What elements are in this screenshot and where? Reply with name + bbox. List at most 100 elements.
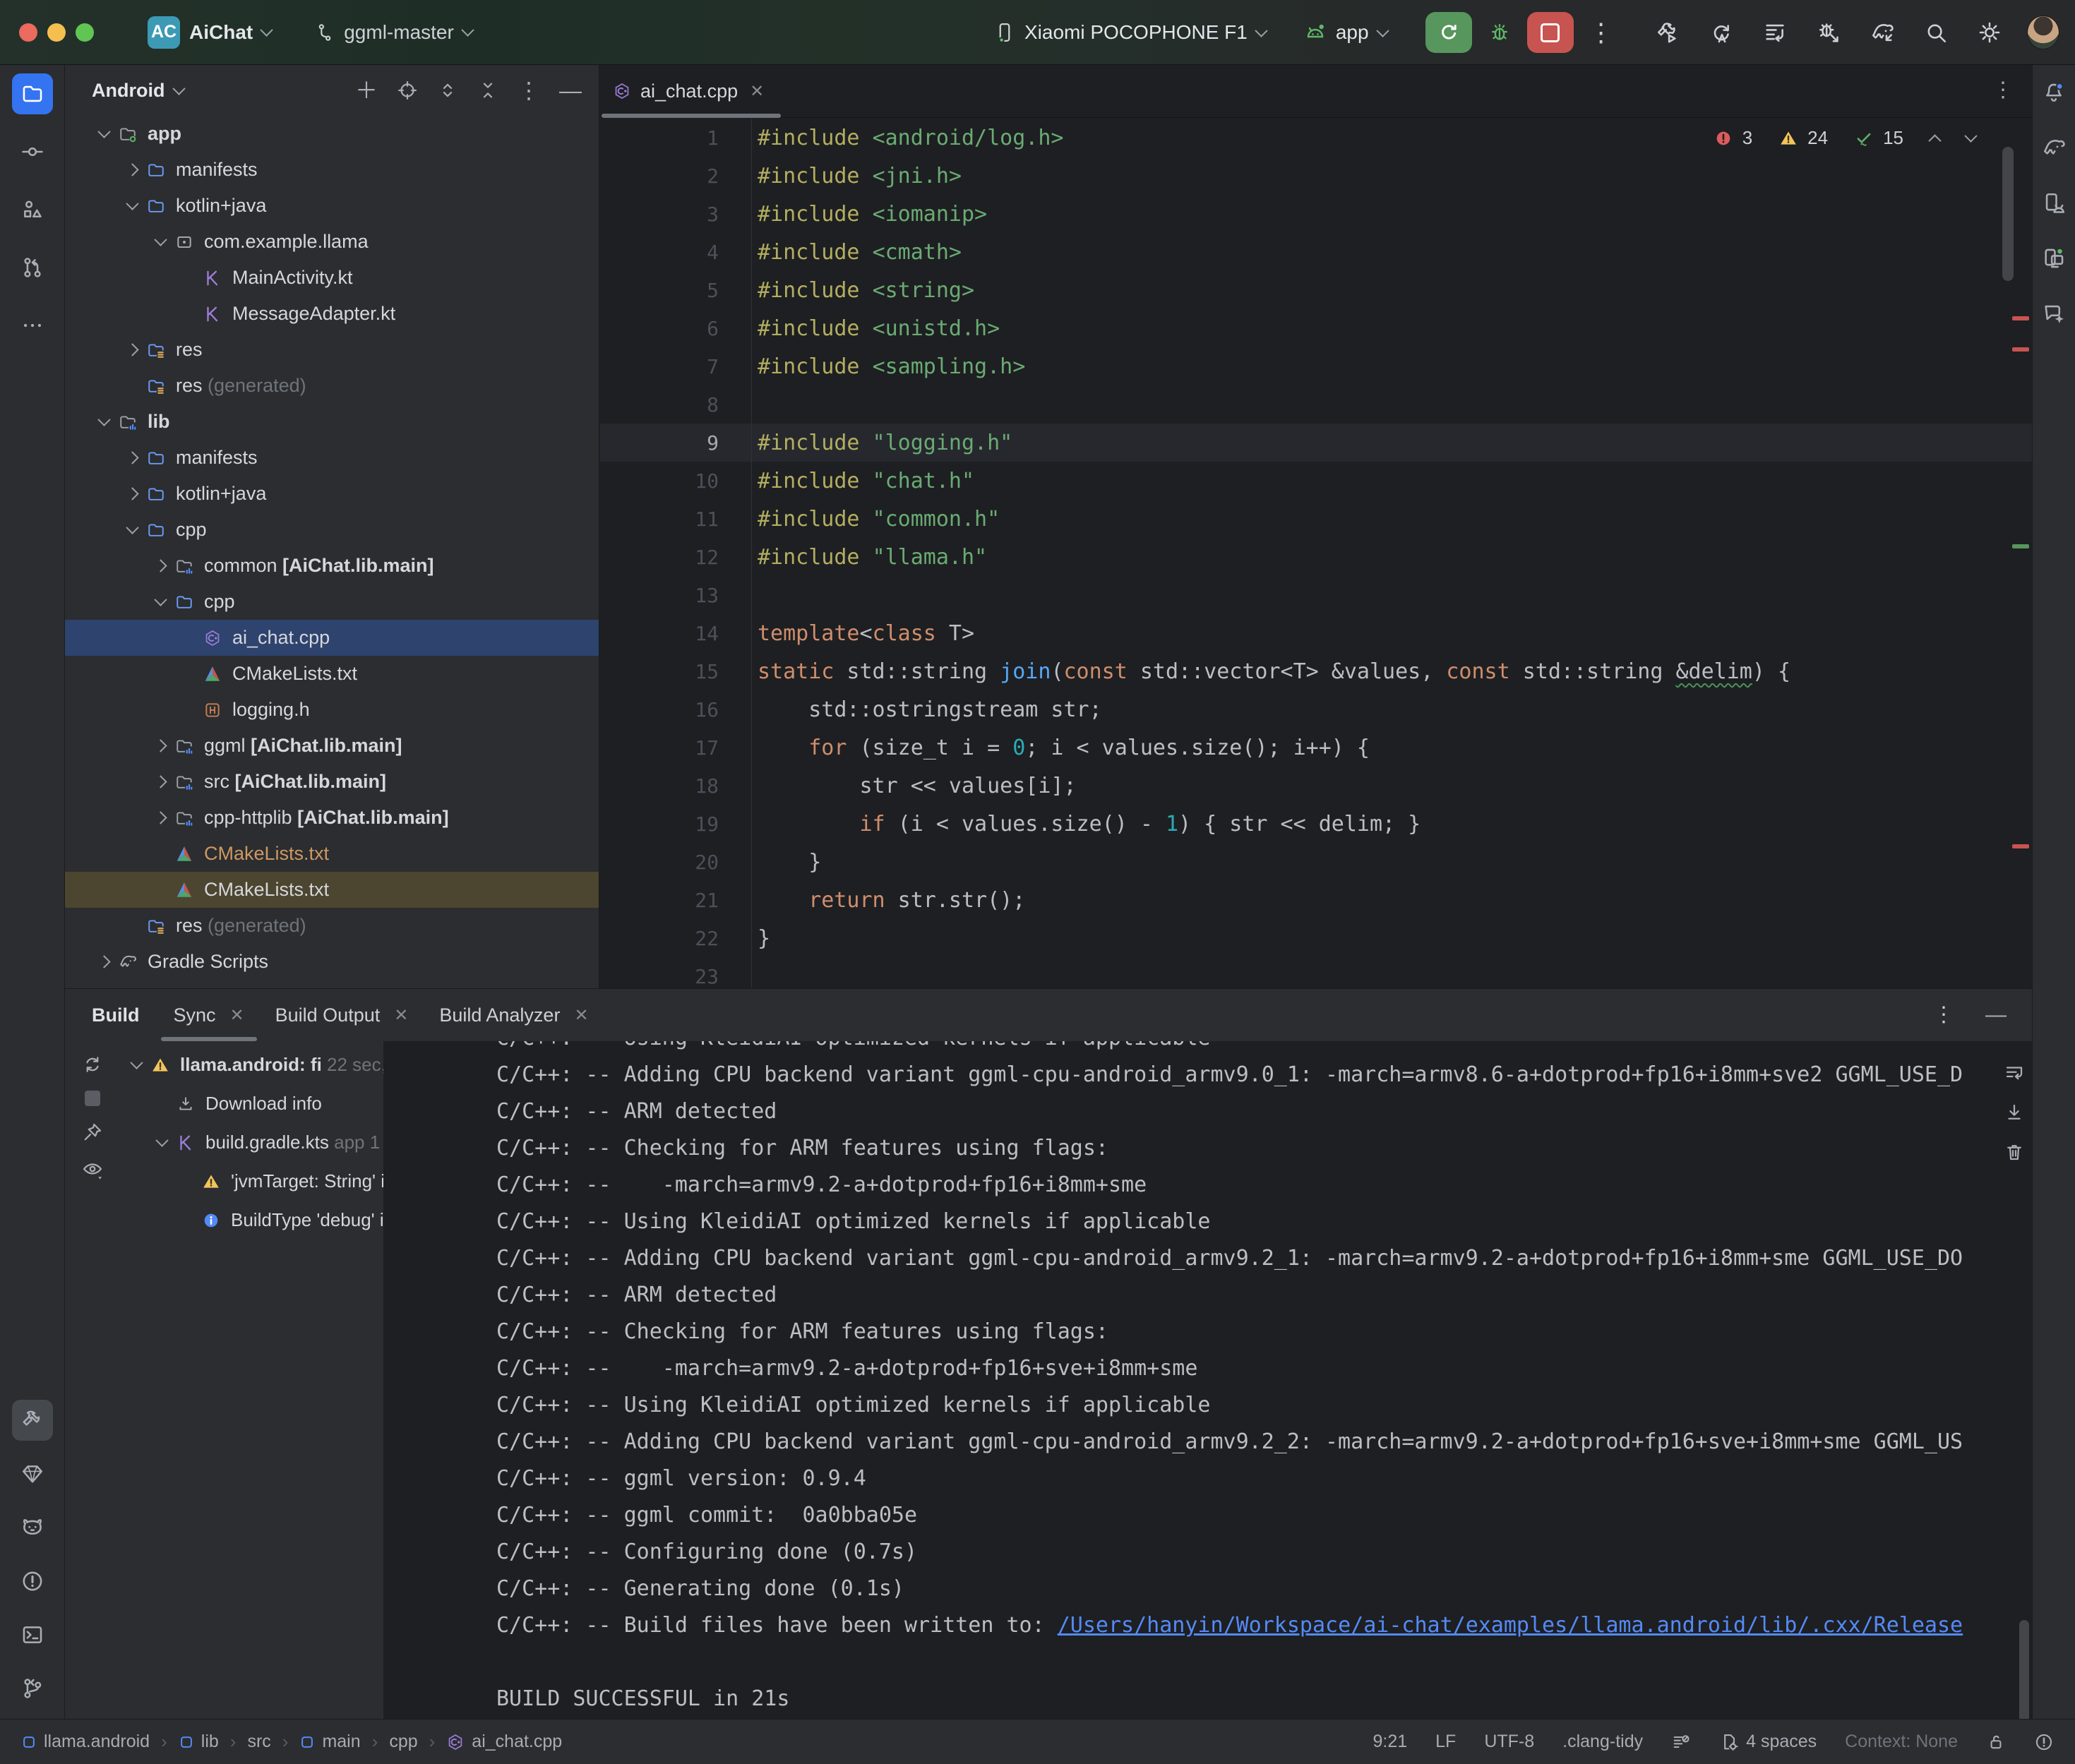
code-line[interactable]: 13 bbox=[600, 576, 2032, 614]
line-number[interactable]: 20 bbox=[600, 843, 752, 881]
project-tree-item[interactable]: ai_chat.cpp bbox=[65, 620, 599, 656]
settings-button[interactable] bbox=[1973, 16, 2006, 49]
project-widget[interactable]: AC AiChat bbox=[148, 16, 271, 49]
code-style-config[interactable]: .clang-tidy bbox=[1562, 1732, 1643, 1752]
code-line[interactable]: 3#include <iomanip> bbox=[600, 195, 2032, 233]
project-tree-item[interactable]: lib bbox=[65, 404, 599, 440]
line-number[interactable]: 8 bbox=[600, 385, 752, 424]
breadcrumb-item[interactable]: main bbox=[299, 1732, 360, 1752]
apply-changes-button[interactable] bbox=[1705, 16, 1738, 49]
line-number[interactable]: 22 bbox=[600, 919, 752, 957]
breadcrumb-item[interactable]: lib bbox=[179, 1732, 219, 1752]
tool-commit-button[interactable] bbox=[12, 131, 53, 172]
chevron-right-icon[interactable] bbox=[126, 163, 138, 176]
run-configuration-selector[interactable]: app bbox=[1304, 21, 1387, 44]
tool-app-quality-insights-button[interactable] bbox=[12, 1453, 53, 1494]
project-tree-item[interactable]: com.example.llama bbox=[65, 224, 599, 260]
build-variants-button[interactable] bbox=[1759, 16, 1791, 49]
line-number[interactable]: 14 bbox=[600, 614, 752, 652]
console-scrollbar[interactable] bbox=[2019, 1620, 2029, 1719]
inspections-widget[interactable]: 3 24 15 bbox=[1714, 127, 1975, 149]
vcs-widget[interactable]: ggml-master bbox=[315, 21, 472, 44]
project-tree-item[interactable]: kotlin+java bbox=[65, 476, 599, 512]
collapse-all-icon[interactable] bbox=[477, 80, 498, 101]
tool-problems-button[interactable] bbox=[12, 1561, 53, 1602]
tool-more-button[interactable] bbox=[12, 305, 53, 346]
analysis-stripe-mark[interactable] bbox=[2012, 347, 2029, 352]
line-number[interactable]: 15 bbox=[600, 652, 752, 690]
close-window-button[interactable] bbox=[19, 23, 37, 42]
tool-structure-button[interactable] bbox=[12, 189, 53, 230]
fullscreen-window-button[interactable] bbox=[76, 23, 94, 42]
close-tab-icon[interactable]: ✕ bbox=[394, 1005, 408, 1026]
chevron-down-icon[interactable] bbox=[126, 521, 138, 534]
next-problem-icon[interactable] bbox=[1964, 129, 1977, 142]
code-line[interactable]: 4#include <cmath> bbox=[600, 233, 2032, 271]
chevron-right-icon[interactable] bbox=[154, 775, 167, 788]
build-button[interactable] bbox=[1651, 16, 1684, 49]
chevron-right-icon[interactable] bbox=[126, 451, 138, 464]
close-tab-icon[interactable]: ✕ bbox=[750, 81, 764, 102]
project-tree-item[interactable]: MessageAdapter.kt bbox=[65, 296, 599, 332]
tab-build-output[interactable]: Build Output ✕ bbox=[260, 989, 424, 1041]
tab-sync[interactable]: Sync ✕ bbox=[158, 989, 260, 1041]
tool-logcat-button[interactable] bbox=[12, 1507, 53, 1548]
project-tree-item[interactable]: CMakeLists.txt bbox=[65, 872, 599, 908]
project-tree-item[interactable]: MainActivity.kt bbox=[65, 260, 599, 296]
code-line[interactable]: 6#include <unistd.h> bbox=[600, 309, 2032, 347]
project-tree-item[interactable]: CMakeLists.txt bbox=[65, 656, 599, 692]
indent-config[interactable]: 4 spaces bbox=[1719, 1732, 1817, 1752]
code-line[interactable]: 23 bbox=[600, 957, 2032, 988]
line-number[interactable]: 1 bbox=[600, 119, 752, 157]
analysis-stripe-mark[interactable] bbox=[2012, 844, 2029, 848]
expand-all-icon[interactable] bbox=[437, 80, 458, 101]
locate-file-icon[interactable] bbox=[397, 80, 418, 101]
tool-device-manager-button[interactable] bbox=[2035, 185, 2072, 222]
scroll-to-end-icon[interactable] bbox=[2004, 1102, 2025, 1123]
chevron-down-icon[interactable] bbox=[155, 1134, 168, 1146]
code-line[interactable]: 22} bbox=[600, 919, 2032, 957]
tool-gemini-button[interactable] bbox=[2035, 295, 2072, 332]
project-tree-item[interactable]: cpp bbox=[65, 584, 599, 620]
unlocked-icon[interactable] bbox=[1986, 1732, 2006, 1752]
close-tab-icon[interactable]: ✕ bbox=[574, 1005, 588, 1026]
code-line[interactable]: 15static std::string join(const std::vec… bbox=[600, 652, 2032, 690]
add-icon[interactable]: ＋ bbox=[355, 79, 378, 102]
build-tree-item[interactable]: BuildType 'debug' is both de bbox=[120, 1201, 383, 1240]
editor-scrollbar[interactable] bbox=[2002, 147, 2014, 281]
code-line[interactable]: 2#include <jni.h> bbox=[600, 157, 2032, 195]
code-line[interactable]: 9#include "logging.h" bbox=[600, 424, 2032, 462]
line-number[interactable]: 18 bbox=[600, 767, 752, 805]
formatter-icon[interactable] bbox=[1671, 1732, 1691, 1752]
line-number[interactable]: 23 bbox=[600, 957, 752, 988]
chevron-down-icon[interactable] bbox=[126, 197, 138, 210]
tool-terminal-button[interactable] bbox=[12, 1614, 53, 1655]
line-number[interactable]: 13 bbox=[600, 576, 752, 614]
line-number[interactable]: 9 bbox=[600, 424, 752, 462]
project-tree-item[interactable]: manifests bbox=[65, 152, 599, 188]
project-tree-item[interactable]: res bbox=[65, 332, 599, 368]
analysis-stripe-mark[interactable] bbox=[2012, 316, 2029, 320]
code-line[interactable]: 10#include "chat.h" bbox=[600, 462, 2032, 500]
analysis-stripe-mark[interactable] bbox=[2012, 544, 2029, 548]
chevron-right-icon[interactable] bbox=[126, 487, 138, 500]
prev-problem-icon[interactable] bbox=[1928, 134, 1941, 147]
project-tree-item[interactable]: common [AiChat.lib.main] bbox=[65, 548, 599, 584]
stop-button[interactable] bbox=[1527, 12, 1574, 53]
breadcrumb-item[interactable]: cpp bbox=[389, 1732, 417, 1752]
editor-tab[interactable]: ai_chat.cpp ✕ bbox=[600, 65, 782, 117]
code-line[interactable]: 7#include <sampling.h> bbox=[600, 347, 2032, 385]
project-tree-item[interactable]: src [AiChat.lib.main] bbox=[65, 764, 599, 800]
code-line[interactable]: 16 std::ostringstream str; bbox=[600, 690, 2032, 728]
project-view-selector[interactable]: Android bbox=[92, 80, 165, 102]
debug-button[interactable] bbox=[1483, 16, 1516, 49]
build-console[interactable]: C/C++: -- Using KleidiAI optimized kerne… bbox=[383, 1041, 2032, 1719]
clear-console-icon[interactable] bbox=[2004, 1141, 2025, 1163]
chevron-down-icon[interactable] bbox=[154, 233, 167, 246]
inspection-status-icon[interactable] bbox=[2034, 1732, 2054, 1752]
line-number[interactable]: 17 bbox=[600, 728, 752, 767]
code-line[interactable]: 14template<class T> bbox=[600, 614, 2032, 652]
build-options-kebab-icon[interactable]: ⋮ bbox=[1933, 1002, 1954, 1028]
close-tab-icon[interactable]: ✕ bbox=[230, 1005, 244, 1026]
gradle-sync-button[interactable] bbox=[1866, 16, 1898, 49]
